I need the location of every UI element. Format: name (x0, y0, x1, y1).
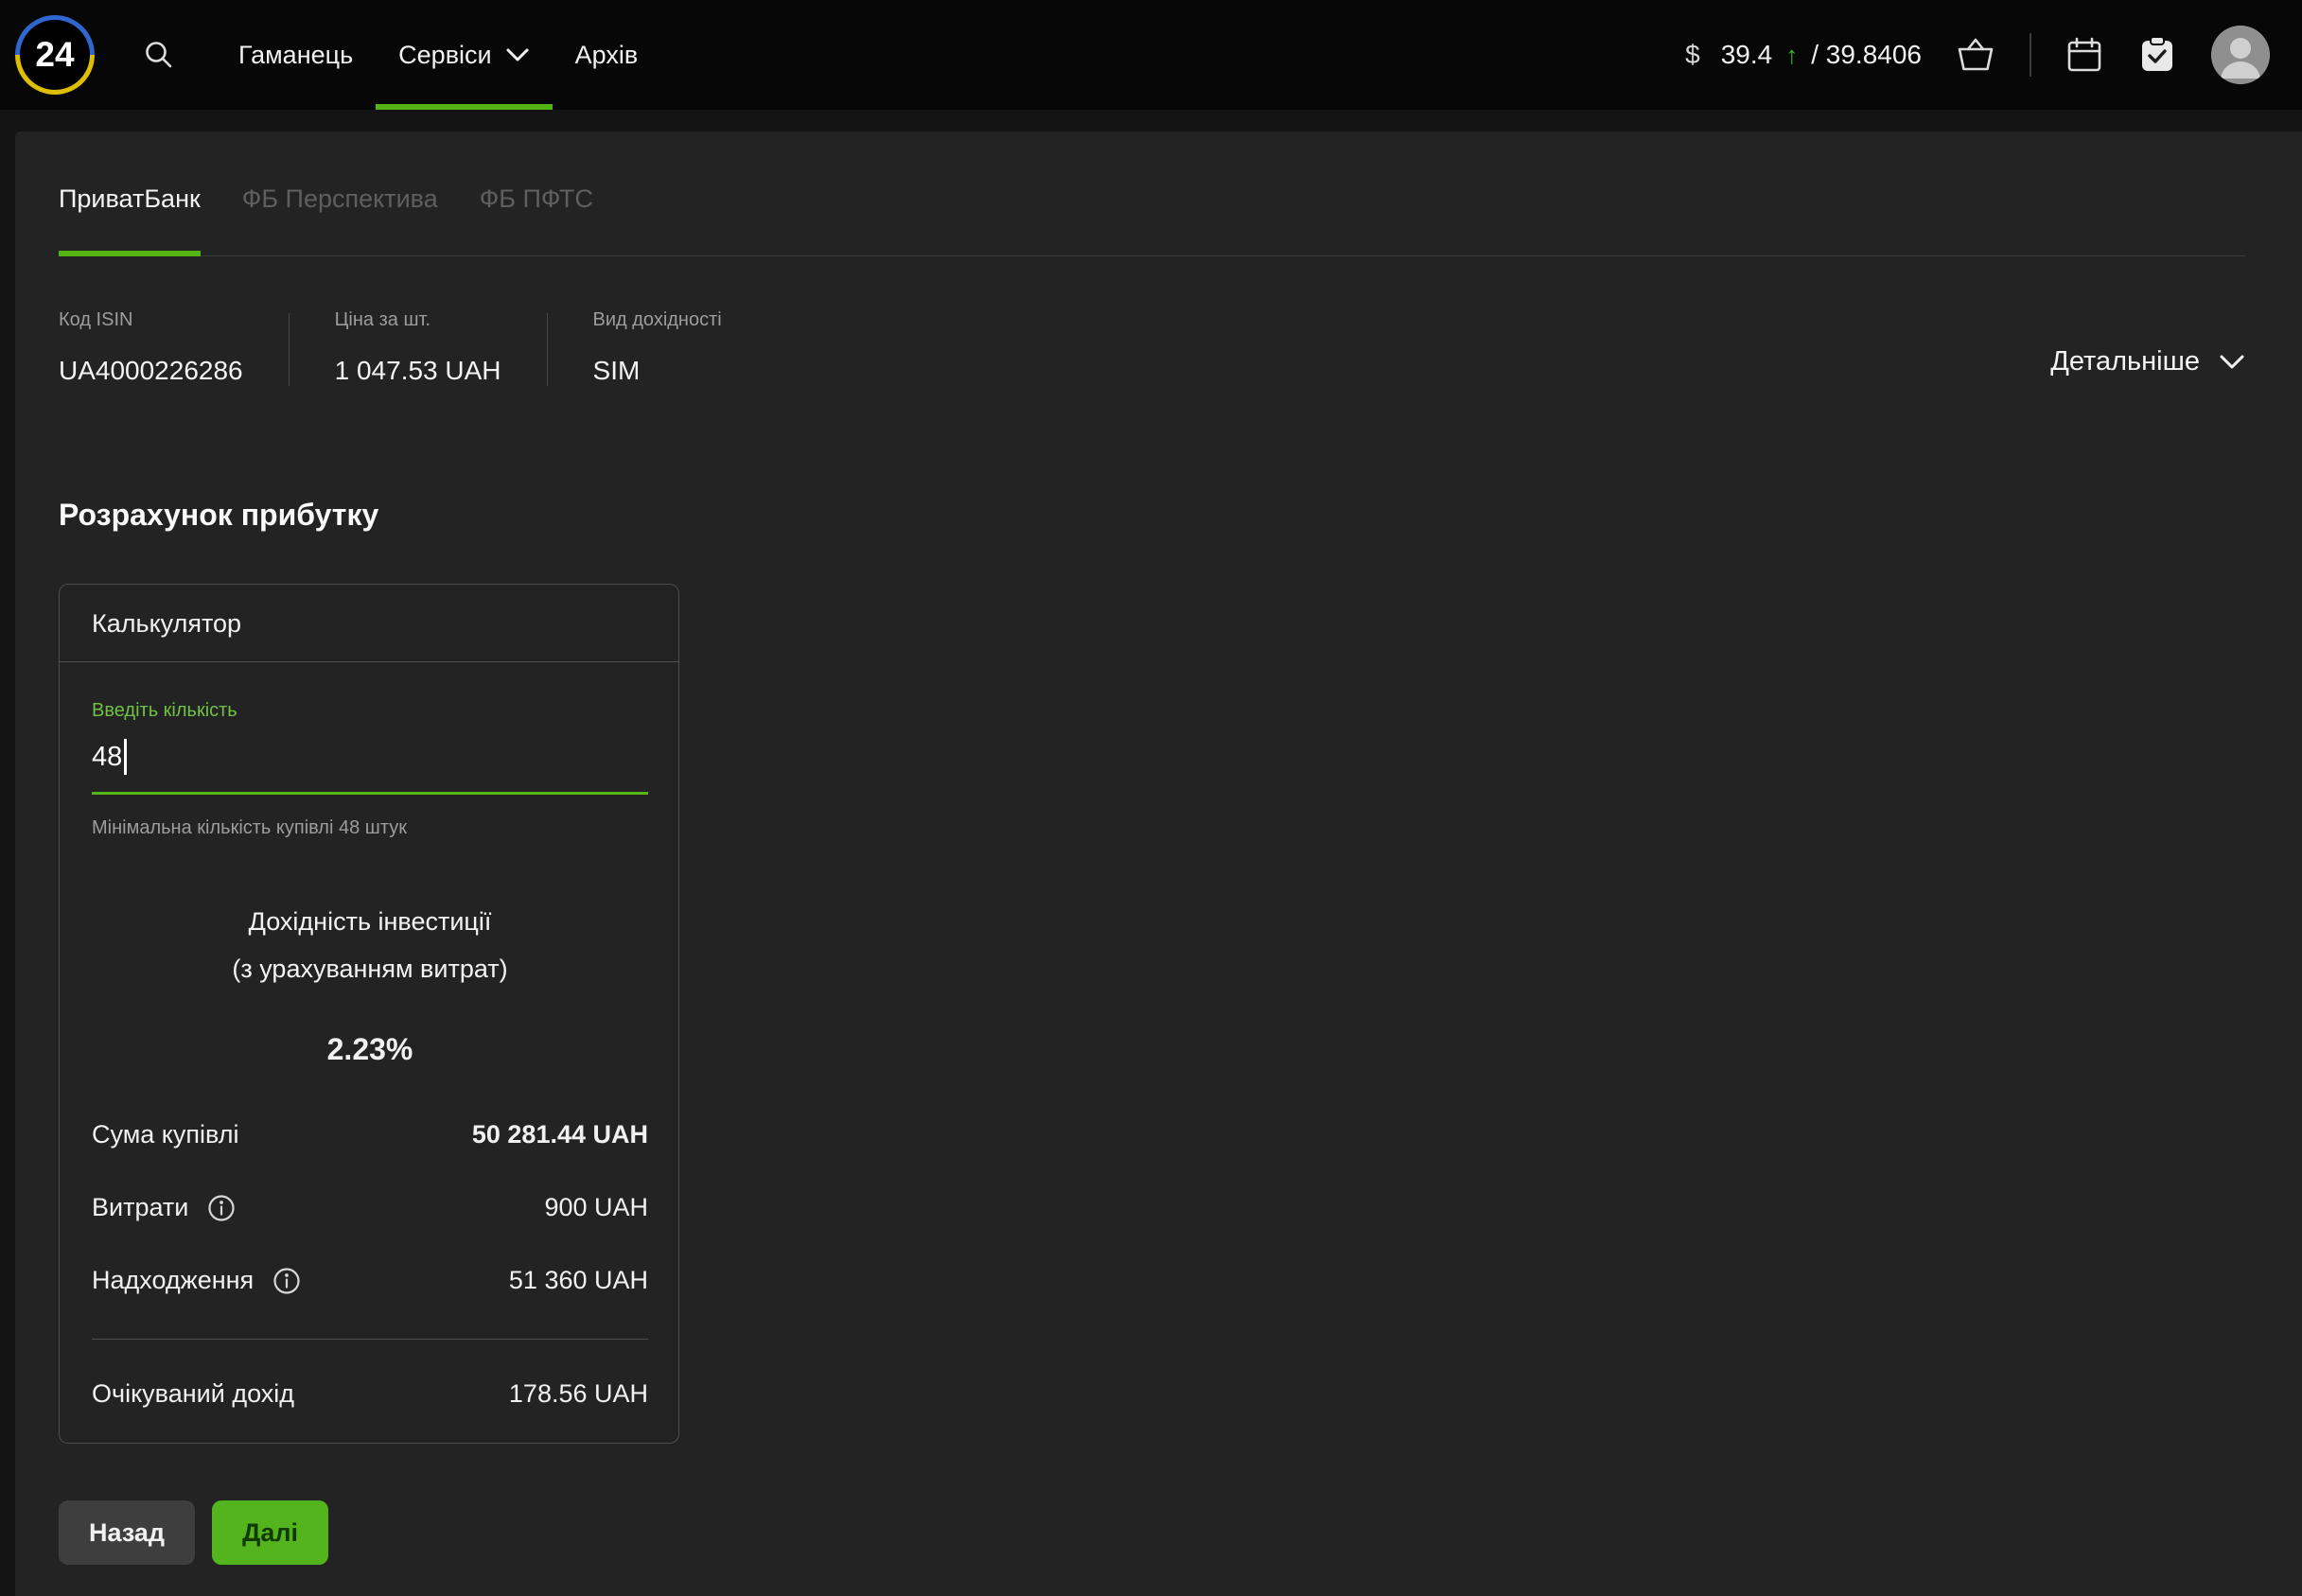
expenses-row: Витрати 900 UAH (92, 1193, 648, 1222)
vertical-divider (289, 313, 290, 386)
form-actions: Назад Далі (59, 1500, 2245, 1565)
yield-block: Дохідність інвестиції (з урахуванням вит… (92, 898, 648, 1067)
nav-item-archive[interactable]: Архів (553, 0, 661, 110)
nav-item-wallet[interactable]: Гаманець (216, 0, 376, 110)
nav-item-services[interactable]: Сервіси (376, 0, 552, 110)
calculator-title: Калькулятор (60, 585, 678, 662)
expenses-value: 900 UAH (544, 1193, 648, 1222)
isin-group: Код ISIN UA4000226286 (59, 309, 243, 386)
expenses-info-button[interactable] (207, 1194, 236, 1222)
card-divider (92, 1339, 648, 1340)
quantity-input[interactable]: 48 (92, 739, 648, 795)
price-value: 1 047.53 UAH (335, 356, 501, 386)
cart-icon (1956, 37, 1995, 73)
nav-item-archive-label: Архів (575, 41, 639, 70)
tasks-button[interactable] (2137, 35, 2177, 75)
top-nav: 24 Гаманець Сервіси Архів $ 3 (0, 0, 2302, 110)
proceeds-info-button[interactable] (272, 1267, 301, 1295)
tab-fb-pfts-label: ФБ ПФТС (480, 184, 593, 213)
tab-bar: ПриватБанк ФБ Перспектива ФБ ПФТС (59, 132, 2245, 256)
expected-income-row: Очікуваний дохід 178.56 UAH (92, 1379, 648, 1409)
tab-privatbank[interactable]: ПриватБанк (59, 184, 201, 255)
nav-item-wallet-label: Гаманець (238, 41, 353, 70)
back-button[interactable]: Назад (59, 1500, 195, 1565)
nav-item-services-label: Сервіси (398, 41, 491, 70)
rate-up-arrow-icon: ↑ (1785, 41, 1798, 70)
yield-type-label: Вид дохідності (593, 309, 722, 331)
price-label: Ціна за шт. (335, 309, 501, 331)
cart-button[interactable] (1956, 37, 1995, 73)
text-cursor (124, 739, 127, 775)
search-icon (142, 38, 176, 72)
next-button[interactable]: Далі (212, 1500, 328, 1565)
person-icon (2211, 26, 2270, 84)
proceeds-row: Надходження 51 360 UAH (92, 1266, 648, 1295)
privat24-logo[interactable]: 24 (15, 15, 95, 95)
currency-rate[interactable]: $ 39.4 ↑ / 39.8406 (1685, 40, 1922, 70)
details-label: Детальніше (2050, 346, 2200, 377)
min-quantity-hint: Мінімальна кількість купівлі 48 штук (92, 817, 648, 839)
yield-percentage: 2.23% (92, 1032, 648, 1067)
expected-income-value: 178.56 UAH (509, 1379, 648, 1409)
quantity-input-value: 48 (92, 742, 122, 773)
purchase-sum-row: Сума купівлі 50 281.44 UAH (92, 1120, 648, 1149)
yield-caption-line1: Дохідність інвестиції (92, 898, 648, 945)
info-icon (207, 1194, 236, 1222)
nav-right-area: $ 39.4 ↑ / 39.8406 (1685, 26, 2270, 84)
purchase-sum-label: Сума купівлі (92, 1120, 239, 1149)
info-icon (272, 1267, 301, 1295)
yield-caption-line2: (з урахуванням витрат) (92, 945, 648, 992)
calendar-button[interactable] (2065, 36, 2103, 74)
quantity-input-label: Введіть кількість (92, 700, 648, 722)
expenses-label: Витрати (92, 1193, 188, 1222)
chevron-down-icon (2219, 354, 2245, 371)
main-menu: Гаманець Сервіси Архів (216, 0, 660, 110)
privat24-logo-text: 24 (20, 20, 90, 90)
currency-symbol: $ (1685, 40, 1700, 70)
proceeds-value: 51 360 UAH (509, 1266, 648, 1295)
isin-value: UA4000226286 (59, 356, 243, 386)
price-group: Ціна за шт. 1 047.53 UAH (335, 309, 501, 386)
calendar-icon (2065, 36, 2103, 74)
proceeds-label: Надходження (92, 1266, 254, 1295)
currency-buy-rate: 39.4 (1721, 40, 1773, 70)
content-panel: ПриватБанк ФБ Перспектива ФБ ПФТС Код IS… (15, 132, 2302, 1596)
tab-fb-pfts[interactable]: ФБ ПФТС (480, 184, 593, 255)
details-toggle[interactable]: Детальніше (2050, 346, 2245, 377)
expected-income-label: Очікуваний дохід (92, 1379, 294, 1409)
calculation-rows: Сума купівлі 50 281.44 UAH Витрати (92, 1120, 648, 1409)
tab-fb-perspektyva-label: ФБ Перспектива (242, 184, 438, 213)
yield-type-group: Вид дохідності SIM (593, 309, 722, 386)
user-avatar[interactable] (2211, 26, 2270, 84)
purchase-sum-value: 50 281.44 UAH (472, 1120, 648, 1149)
nav-divider (2030, 33, 2031, 77)
currency-sell-rate: / 39.8406 (1811, 40, 1922, 70)
calculator-body: Введіть кількість 48 Мінімальна кількіст… (60, 700, 678, 1443)
security-info-row: Код ISIN UA4000226286 Ціна за шт. 1 047.… (59, 256, 2245, 386)
calculator-card: Калькулятор Введіть кількість 48 Мінімал… (59, 584, 679, 1444)
chevron-down-icon (505, 47, 530, 62)
search-button[interactable] (142, 38, 176, 72)
vertical-divider (547, 313, 548, 386)
tab-fb-perspektyva[interactable]: ФБ Перспектива (242, 184, 438, 255)
yield-type-value: SIM (593, 356, 722, 386)
isin-label: Код ISIN (59, 309, 243, 331)
tab-privatbank-label: ПриватБанк (59, 184, 201, 213)
page-title: Розрахунок прибутку (59, 498, 2245, 533)
clipboard-check-icon (2137, 35, 2177, 75)
